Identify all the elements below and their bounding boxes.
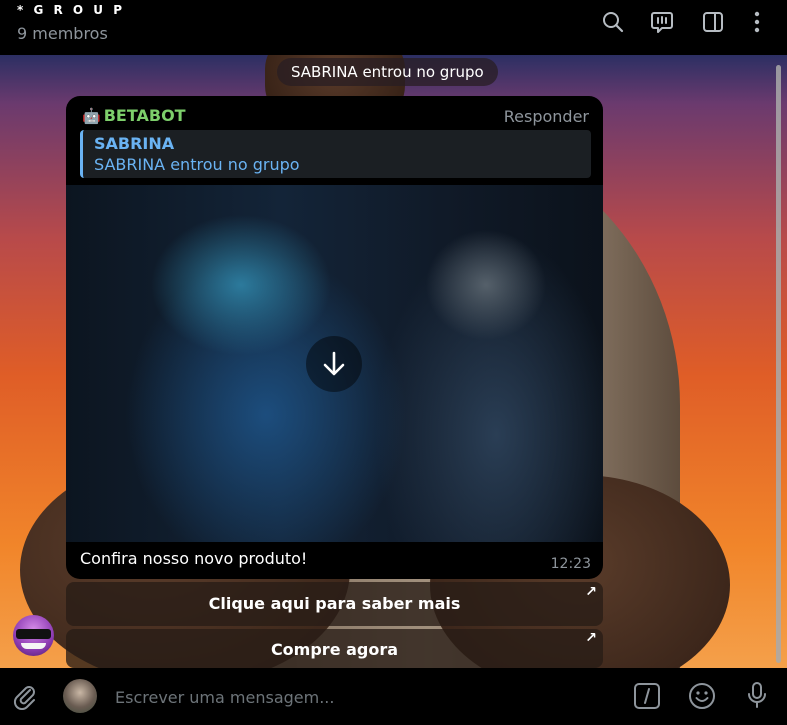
attach-icon[interactable] [11,682,39,710]
inline-button-learn-more[interactable]: Clique aqui para saber mais ↗ [66,582,603,626]
service-message: SABRINA entrou no grupo [277,58,498,86]
search-icon[interactable] [601,10,625,34]
chat-scrollbar[interactable] [776,65,781,663]
message-input[interactable] [115,685,575,709]
inline-button-label: Compre agora [270,640,399,659]
emoji-icon[interactable] [688,682,716,710]
avatar[interactable] [63,679,97,713]
download-button[interactable] [306,336,362,392]
external-link-icon: ↗ [585,584,597,600]
download-arrow-icon [323,351,345,376]
bot-avatar-mouth [21,643,46,649]
message-bubble[interactable]: 🤖 BETABOT Responder SABRINA SABRINA entro… [66,96,603,579]
sender-name[interactable]: BETABOT [104,106,186,125]
bot-commands-icon[interactable] [633,682,661,710]
external-link-icon: ↗ [585,630,597,646]
sidebar-toggle-icon[interactable] [701,10,725,34]
inline-button-label: Clique aqui para saber mais [208,594,461,613]
more-vertical-icon[interactable] [745,10,769,34]
quote-sender: SABRINA [94,134,175,153]
reply-quote[interactable]: SABRINA SABRINA entrou no grupo [80,130,591,178]
message-composer [0,668,787,725]
member-count[interactable]: 9 membros [17,24,108,43]
quote-text: SABRINA entrou no grupo [94,155,300,174]
robot-emoji-icon: 🤖 [82,107,101,125]
reply-button[interactable]: Responder [504,107,589,126]
microphone-icon[interactable] [743,681,771,709]
bot-avatar-visor [16,629,51,639]
inline-button-buy-now[interactable]: Compre agora ↗ [66,629,603,668]
video-chat-icon[interactable] [650,10,674,34]
chat-title[interactable]: * G R O U P [17,3,125,17]
media-preview[interactable] [66,185,603,542]
message-sender[interactable]: 🤖 BETABOT [82,106,186,125]
message-caption: Confira nosso novo produto! [80,549,308,568]
chat-header: * G R O U P 9 membros [0,0,787,55]
bot-avatar[interactable] [13,615,54,656]
